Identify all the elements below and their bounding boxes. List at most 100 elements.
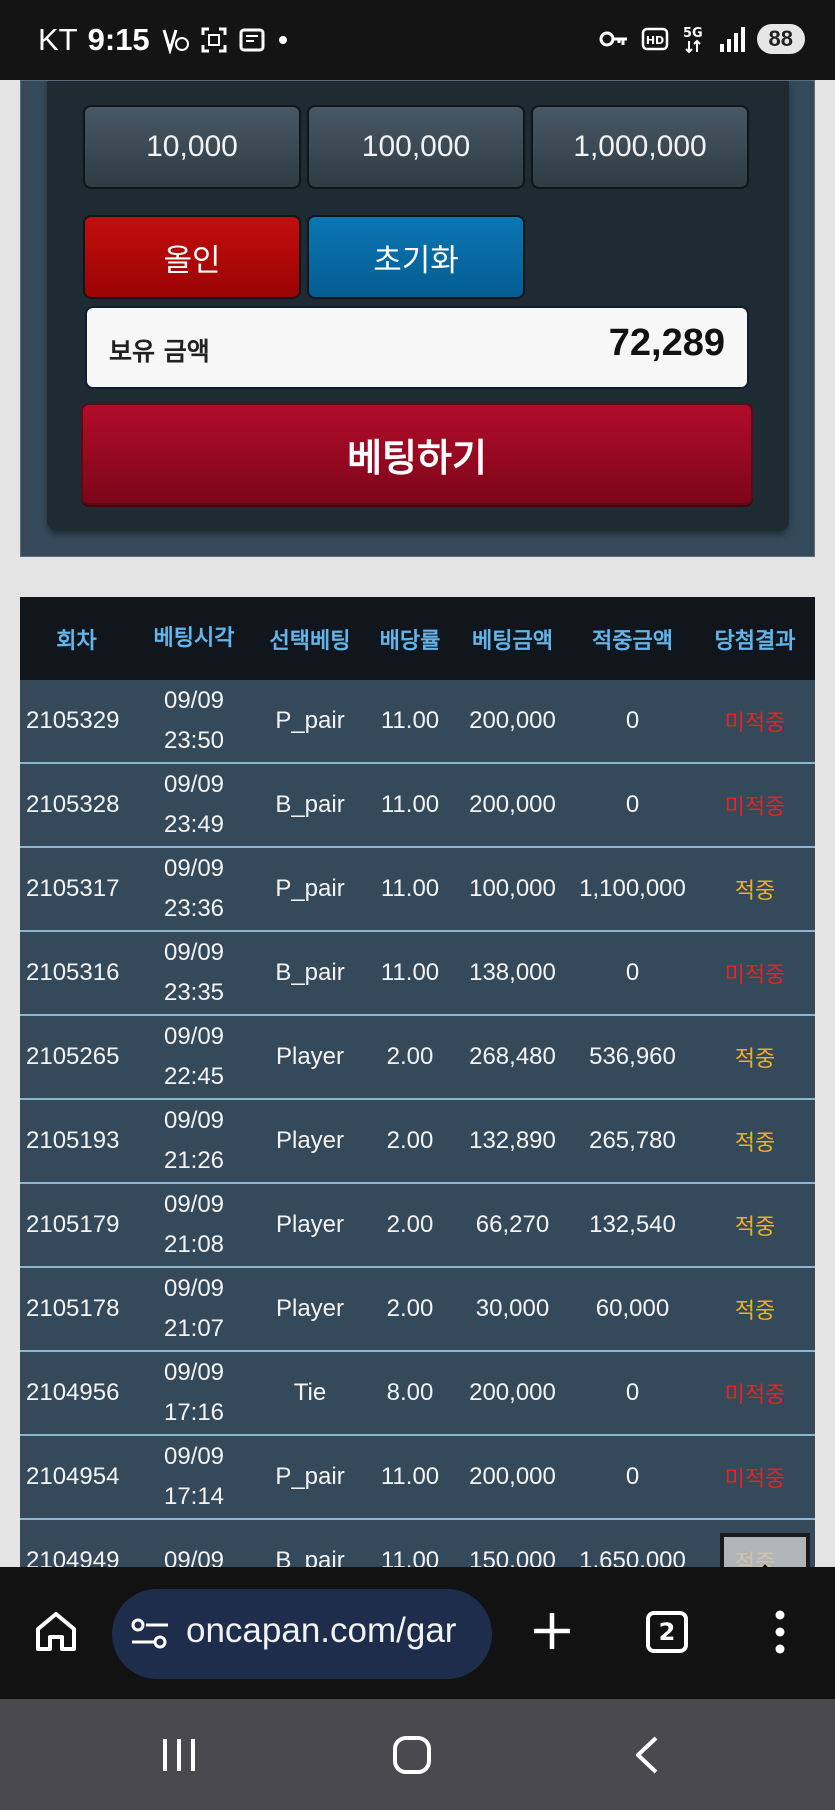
table-row: 2105316 09/09 23:35 B_pair 11.00 138,000 0 미적중 (20, 932, 815, 1016)
site-settings-icon[interactable] (130, 1617, 170, 1651)
cell-bet-time: 09/09 23:35 (133, 933, 255, 1013)
cell-selection: Player (275, 1127, 345, 1154)
cell-result: 적중 (734, 1299, 776, 1324)
header-win-amount: 적중금액 (592, 628, 673, 654)
cell-round: 2105265 (26, 1043, 120, 1070)
home-nav-icon[interactable] (392, 1735, 432, 1775)
cell-bet-time: 09/09 21:26 (133, 1101, 255, 1181)
amount-button-1000000[interactable]: 1,000,000 (531, 105, 749, 189)
table-row: 2105179 09/09 21:08 Player 2.00 66,270 132,540… (20, 1184, 815, 1268)
hd-voice-icon: HD (641, 27, 668, 51)
cell-date: 09/09 (163, 1547, 225, 1567)
cell-bet-amount: 268,480 (469, 1043, 556, 1070)
home-icon[interactable] (34, 1609, 78, 1653)
battery-indicator: 88 (756, 24, 805, 54)
cell-bet-time: 09/09 17:16 (133, 1353, 255, 1433)
header-result: 당첨결과 (714, 628, 796, 654)
cell-result: 미적중 (724, 1467, 786, 1492)
cell-bet-time: 09/09 23:49 (133, 765, 255, 845)
cell-bet-time: 09/09 21:08 (133, 1185, 255, 1265)
table-row: 2104956 09/09 17:16 Tie 8.00 200,000 0 미적중 (20, 1352, 815, 1436)
cell-time: 22:45 (163, 1063, 225, 1090)
cell-bet-amount: 138,000 (469, 959, 556, 986)
cell-bet-amount: 66,270 (475, 1211, 550, 1238)
cell-bet-time: 09/09 23:36 (133, 849, 255, 929)
balance-display: 보유 금액 72,289 (85, 306, 749, 389)
url-text: oncapan.com/gar (186, 1611, 457, 1650)
cell-selection: B_pair (275, 1547, 345, 1567)
cell-bet-amount: 200,000 (469, 1379, 556, 1406)
new-tab-icon[interactable] (528, 1607, 576, 1655)
cell-bet-amount: 150,000 (469, 1547, 556, 1567)
cell-odds: 2.00 (386, 1127, 434, 1154)
header-bet-amount: 베팅금액 (472, 628, 553, 654)
cell-win-amount: 0 (625, 707, 640, 734)
cell-odds: 2.00 (386, 1211, 434, 1238)
cell-date: 09/09 (163, 771, 225, 798)
cell-round: 2105328 (26, 791, 120, 818)
svg-text:5G: 5G (683, 26, 703, 41)
cell-date: 09/09 (163, 1443, 225, 1470)
cell-result: 미적중 (724, 963, 786, 988)
header-bet-time: 베팅시각 (153, 625, 235, 651)
cell-odds: 11.00 (380, 791, 440, 818)
cell-odds: 2.00 (386, 1295, 434, 1322)
cell-selection: B_pair (275, 959, 345, 986)
data-usage-icon (162, 29, 189, 54)
cell-time: 23:35 (163, 979, 225, 1006)
cell-win-amount: 536,960 (589, 1043, 676, 1070)
table-row: 2105329 09/09 23:50 P_pair 11.00 200,000 0 미적중 (20, 680, 815, 764)
vpn-key-icon (599, 31, 627, 47)
cell-date: 09/09 (163, 1275, 225, 1302)
recent-apps-icon[interactable] (160, 1737, 198, 1773)
cell-odds: 11.00 (380, 1463, 440, 1490)
browser-toolbar: oncapan.com/gar 2 (0, 1567, 835, 1699)
table-row: 2105265 09/09 22:45 Player 2.00 268,480 536,96… (20, 1016, 815, 1100)
more-menu-icon[interactable] (770, 1609, 790, 1655)
cell-win-amount: 60,000 (595, 1295, 670, 1322)
cell-win-amount: 0 (625, 1463, 640, 1490)
cell-time: 21:07 (163, 1315, 225, 1342)
cell-date: 09/09 (163, 1191, 225, 1218)
system-navigation-bar (0, 1699, 835, 1810)
cell-selection: P_pair (275, 707, 345, 734)
cell-result: 적중 (734, 1215, 776, 1240)
cell-result: 미적중 (724, 795, 786, 820)
cell-bet-amount: 200,000 (469, 1463, 556, 1490)
cell-odds: 8.00 (386, 1379, 434, 1406)
cell-time: 17:14 (163, 1483, 225, 1510)
arrow-up-icon (762, 1564, 768, 1567)
all-in-button[interactable]: 올인 (83, 215, 301, 299)
cell-bet-time: 09/09 21:07 (133, 1269, 255, 1349)
cell-round: 2105316 (26, 959, 120, 986)
scroll-to-top-button[interactable] (720, 1533, 810, 1567)
place-bet-button[interactable]: 베팅하기 (81, 403, 753, 505)
cell-bet-amount: 132,890 (469, 1127, 556, 1154)
reset-button[interactable]: 초기화 (307, 215, 525, 299)
amount-button-100000[interactable]: 100,000 (307, 105, 525, 189)
cell-bet-time: 09/09 22:45 (133, 1017, 255, 1097)
signal-icon (719, 27, 745, 52)
betting-panel: 10,000 100,000 1,000,000 올인 초기화 보유 금액 72… (20, 80, 815, 557)
cell-bet-amount: 30,000 (475, 1295, 550, 1322)
cell-round: 2105193 (26, 1127, 120, 1154)
cell-win-amount: 1,650,000 (579, 1547, 686, 1567)
cell-date: 09/09 (163, 1023, 225, 1050)
table-row: 2105193 09/09 21:26 Player 2.00 132,890 265,78… (20, 1100, 815, 1184)
cell-bet-time: 09/09 17:14 (133, 1437, 255, 1517)
cell-bet-time: 09/09 (133, 1541, 255, 1567)
cell-bet-amount: 200,000 (469, 707, 556, 734)
cell-date: 09/09 (163, 855, 225, 882)
cell-round: 2104949 (26, 1547, 120, 1567)
address-bar[interactable]: oncapan.com/gar (112, 1589, 492, 1679)
notification-icon (239, 28, 265, 52)
cell-round: 2105179 (26, 1211, 120, 1238)
amount-button-10000[interactable]: 10,000 (83, 105, 301, 189)
back-icon[interactable] (632, 1735, 662, 1775)
cell-odds: 11.00 (380, 875, 440, 902)
table-body: 2105329 09/09 23:50 P_pair 11.00 200,000 0 미적중 2… (20, 680, 815, 1567)
cell-time: 23:50 (163, 727, 225, 754)
cell-odds: 11.00 (380, 1547, 440, 1567)
tab-switcher-button[interactable]: 2 (646, 1611, 688, 1653)
cell-result: 미적중 (724, 1383, 786, 1408)
